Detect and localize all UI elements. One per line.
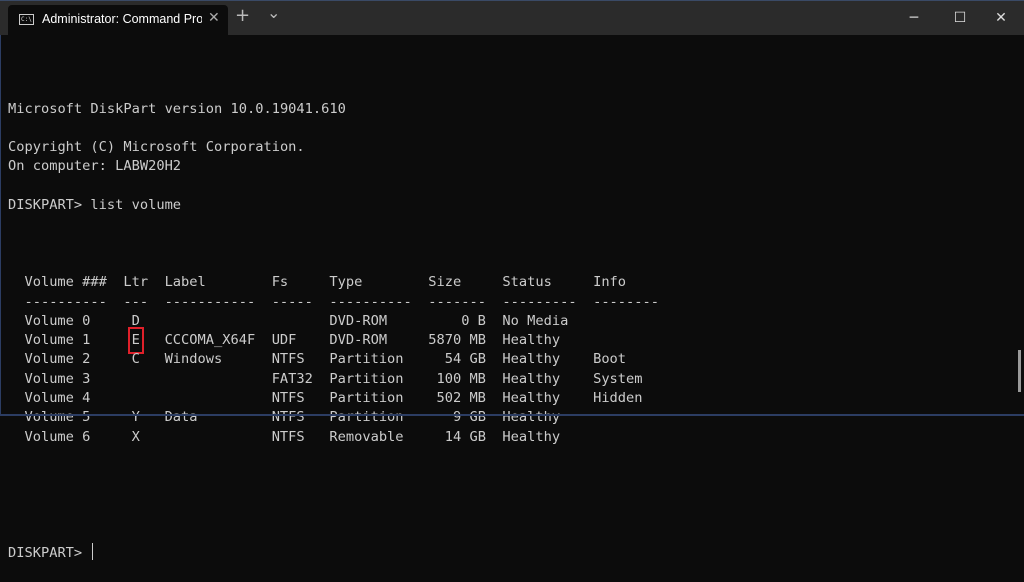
window-border bbox=[0, 0, 1, 416]
cell-ltr: D bbox=[131, 312, 140, 329]
cell-fs: UDF bbox=[271, 332, 297, 349]
cell-volume: Volume 5 bbox=[24, 409, 91, 426]
cell-size: 502 MB bbox=[436, 390, 486, 407]
cell-status: Healthy bbox=[502, 370, 561, 387]
header-ltr: Ltr bbox=[123, 274, 149, 291]
separator-fs: ----- bbox=[271, 293, 313, 310]
separator-type: ---------- bbox=[329, 293, 412, 310]
table-row: Volume 2 C Windows NTFS Partition 54 GB Health… bbox=[8, 350, 1008, 369]
cell-type: Partition bbox=[329, 409, 404, 426]
table-separator: ---------- --- ----------- ----- ---------- -… bbox=[8, 293, 1008, 312]
dropdown-chevron-icon[interactable]: ⌄ bbox=[267, 3, 280, 22]
table-header: Volume ### Ltr Label Fs Type Size Status Info bbox=[8, 273, 1008, 292]
cell-status: Healthy bbox=[502, 351, 561, 368]
table-row: Volume 3 FAT32 Partition 100 MB Healthy Syste… bbox=[8, 370, 1008, 389]
cell-label: Data bbox=[164, 409, 198, 426]
separator-ltr: --- bbox=[123, 293, 149, 310]
cell-type: Partition bbox=[329, 351, 404, 368]
maximize-button[interactable]: ☐ bbox=[937, 1, 983, 35]
header-type: Type bbox=[329, 274, 363, 291]
cell-size: 0 B bbox=[461, 312, 486, 329]
cell-type: Partition bbox=[329, 370, 404, 387]
scrollbar[interactable] bbox=[1018, 350, 1021, 392]
separator-status: --------- bbox=[502, 293, 577, 310]
table-row: Volume 6 X NTFS Removable 14 GB Healthy bbox=[8, 428, 1008, 447]
cell-size: 14 GB bbox=[444, 428, 486, 445]
cell-status: Healthy bbox=[502, 332, 561, 349]
cell-label: CCCOMA_X64F bbox=[164, 332, 256, 349]
cell-volume: Volume 2 bbox=[24, 351, 91, 368]
prompt-line[interactable]: DISKPART> bbox=[8, 543, 1008, 562]
cell-type: DVD-ROM bbox=[329, 332, 388, 349]
cell-volume: Volume 0 bbox=[24, 312, 91, 329]
console-line: DISKPART> list volume bbox=[8, 197, 182, 214]
cell-fs: NTFS bbox=[271, 428, 305, 445]
table-row: Volume 0 D DVD-ROM 0 B No Media bbox=[8, 312, 1008, 331]
console-output[interactable]: Microsoft DiskPart version 10.0.19041.61… bbox=[8, 61, 1008, 582]
cell-size: 100 MB bbox=[436, 370, 486, 387]
cell-status: Healthy bbox=[502, 409, 561, 426]
header-status: Status bbox=[502, 274, 552, 291]
header-info: Info bbox=[593, 274, 627, 291]
header-size: Size bbox=[428, 274, 462, 291]
close-button[interactable]: ✕ bbox=[978, 1, 1024, 35]
cell-volume: Volume 4 bbox=[24, 390, 91, 407]
cell-fs: NTFS bbox=[271, 351, 305, 368]
cell-type: Partition bbox=[329, 390, 404, 407]
terminal-icon: C:\ bbox=[19, 14, 34, 25]
separator-info: -------- bbox=[593, 293, 660, 310]
minimize-button[interactable]: ─ bbox=[891, 1, 937, 35]
table-row: Volume 5 Y Data NTFS Partition 9 GB Healthy bbox=[8, 408, 1008, 427]
title-bar[interactable]: C:\ Administrator: Command Prompt ✕ + ⌄ … bbox=[0, 0, 1024, 35]
cell-info: System bbox=[593, 370, 643, 387]
new-tab-button[interactable]: + bbox=[235, 5, 250, 26]
text-cursor bbox=[92, 543, 94, 561]
cell-status: Healthy bbox=[502, 428, 561, 445]
cell-info: Boot bbox=[593, 351, 627, 368]
cell-status: Healthy bbox=[502, 390, 561, 407]
cell-status: No Media bbox=[502, 312, 569, 329]
cell-size: 5870 MB bbox=[428, 332, 486, 349]
table-row: Volume 1 E CCCOMA_X64F UDF DVD-ROM 5870 MB Hea… bbox=[8, 327, 1008, 355]
cell-ltr: Y bbox=[131, 409, 140, 426]
cell-fs: FAT32 bbox=[271, 370, 313, 387]
cell-fs: NTFS bbox=[271, 409, 305, 426]
cell-volume: Volume 6 bbox=[24, 428, 91, 445]
cell-fs: NTFS bbox=[271, 390, 305, 407]
cell-ltr: C bbox=[131, 351, 140, 368]
console-line: On computer: LABW20H2 bbox=[8, 158, 182, 175]
cell-ltr: E bbox=[127, 327, 144, 355]
cell-ltr: X bbox=[131, 428, 140, 445]
cell-size: 9 GB bbox=[452, 409, 486, 426]
table-row: Volume 4 NTFS Partition 502 MB Healthy Hidden bbox=[8, 389, 1008, 408]
cell-type: DVD-ROM bbox=[329, 312, 388, 329]
cell-info: Hidden bbox=[593, 390, 643, 407]
cell-size: 54 GB bbox=[444, 351, 486, 368]
prompt: DISKPART> bbox=[8, 545, 91, 562]
cell-volume: Volume 3 bbox=[24, 370, 91, 387]
tab-command-prompt[interactable]: C:\ Administrator: Command Prompt ✕ bbox=[8, 5, 228, 35]
tab-close-icon[interactable]: ✕ bbox=[208, 10, 220, 26]
separator-size: ------- bbox=[428, 293, 486, 310]
cell-label: Windows bbox=[164, 351, 223, 368]
cell-volume: Volume 1 bbox=[24, 332, 91, 349]
header-fs: Fs bbox=[271, 274, 289, 291]
console-line: Microsoft DiskPart version 10.0.19041.61… bbox=[8, 100, 346, 117]
header-label: Label bbox=[164, 274, 206, 291]
separator-label: ----------- bbox=[164, 293, 256, 310]
console-line: Copyright (C) Microsoft Corporation. bbox=[8, 139, 305, 156]
tab-title: Administrator: Command Prompt bbox=[42, 12, 202, 26]
separator-volume: ---------- bbox=[24, 293, 107, 310]
cell-type: Removable bbox=[329, 428, 404, 445]
header-volume: Volume ### bbox=[24, 274, 107, 291]
